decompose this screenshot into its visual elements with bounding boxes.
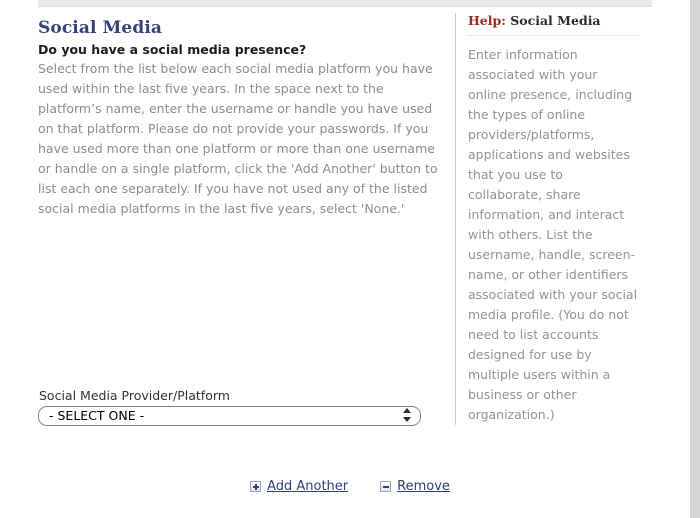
help-panel-body: Enter information associated with your o… (468, 47, 638, 422)
section-instructions: Select from the list below each social m… (38, 61, 438, 216)
plus-icon (250, 481, 262, 492)
minus-icon (380, 481, 392, 492)
provider-select-label: Social Media Provider/Platform (39, 388, 230, 403)
help-panel-title: Help: Social Media (468, 13, 650, 35)
section-question: Do you have a social media presence? (38, 42, 307, 57)
add-another-action[interactable]: Add Another (250, 479, 348, 494)
remove-button[interactable]: Remove (397, 479, 450, 494)
provider-select-shell: - SELECT ONE - (38, 405, 421, 426)
provider-form-row: Social Media Provider/Platform - SELECT … (38, 388, 423, 426)
main-content-column: Social Media Do you have a social media … (38, 18, 438, 219)
window-scrollbar-gutter[interactable] (690, 0, 700, 518)
page-root: Social Media Do you have a social media … (0, 0, 700, 518)
help-label: Help: (468, 13, 506, 28)
help-panel: Help: Social Media Enter information ass… (455, 13, 650, 425)
page-title: Social Media (38, 18, 163, 38)
help-topic: Social Media (510, 13, 601, 28)
row-action-bar: Add Another Remove (0, 479, 700, 494)
remove-action[interactable]: Remove (380, 479, 450, 494)
provider-select[interactable]: - SELECT ONE - (38, 406, 421, 426)
top-chrome-strip (38, 0, 652, 7)
add-another-button[interactable]: Add Another (267, 479, 348, 494)
help-divider (468, 35, 638, 36)
